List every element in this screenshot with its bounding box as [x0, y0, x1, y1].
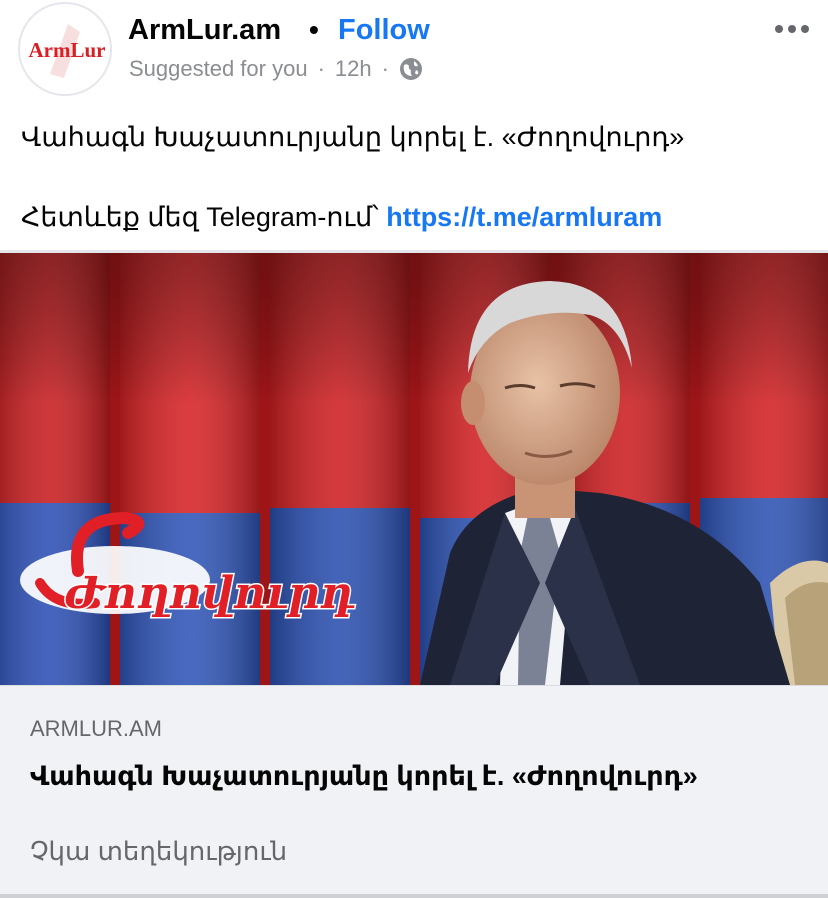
post-photo: Ժողովուրդ	[0, 253, 828, 685]
link-title: Վահագն Խաչատուրյանը կորել է. «Ժողովուրդ»	[30, 761, 698, 791]
post-text: Վահագն Խաչատուրյանը կորել է. «Ժողովուրդ»…	[21, 117, 811, 237]
post-text-line1: Վահագն Խաչատուրյանը կորել է. «Ժողովուրդ»	[21, 122, 685, 152]
more-options-button[interactable]	[772, 14, 812, 44]
card-bottom-border	[0, 894, 828, 898]
separator-dot: •	[309, 14, 319, 45]
post-image[interactable]: Ժողովուրդ	[0, 253, 828, 685]
link-description: Չկա տեղեկություն	[30, 836, 288, 866]
more-dot	[788, 25, 796, 33]
follow-button[interactable]: Follow	[338, 14, 430, 47]
more-dot	[801, 25, 809, 33]
telegram-link[interactable]: https://t.me/armluram	[386, 202, 662, 232]
suggested-label: Suggested for you	[129, 56, 308, 81]
page-avatar[interactable]: ArmLur	[18, 2, 112, 96]
globe-icon	[399, 57, 423, 81]
page-name[interactable]: ArmLur.am	[128, 14, 281, 47]
telegram-prefix: Հետևեք մեզ Telegram-ում՝	[21, 202, 387, 232]
post-meta: Suggested for you · 12h ·	[129, 56, 423, 82]
logo-text: Ժողովուրդ	[65, 568, 355, 619]
post-header: ArmLur ArmLur.am • Follow Suggested for …	[0, 0, 828, 100]
armlur-logo-icon: ArmLur	[20, 4, 110, 94]
meta-dot: ·	[317, 56, 325, 81]
meta-dot: ·	[381, 56, 389, 81]
post-text-line2: Հետևեք մեզ Telegram-ում՝ https://t.me/ar…	[21, 197, 811, 237]
avatar-logo-text: ArmLur	[29, 38, 106, 62]
link-preview-card[interactable]: ARMLUR.AM Վահագն Խաչատուրյանը կորել է. «…	[0, 685, 828, 898]
link-domain: ARMLUR.AM	[30, 716, 163, 741]
more-horizontal-icon	[775, 25, 783, 33]
post-time[interactable]: 12h	[335, 56, 372, 82]
